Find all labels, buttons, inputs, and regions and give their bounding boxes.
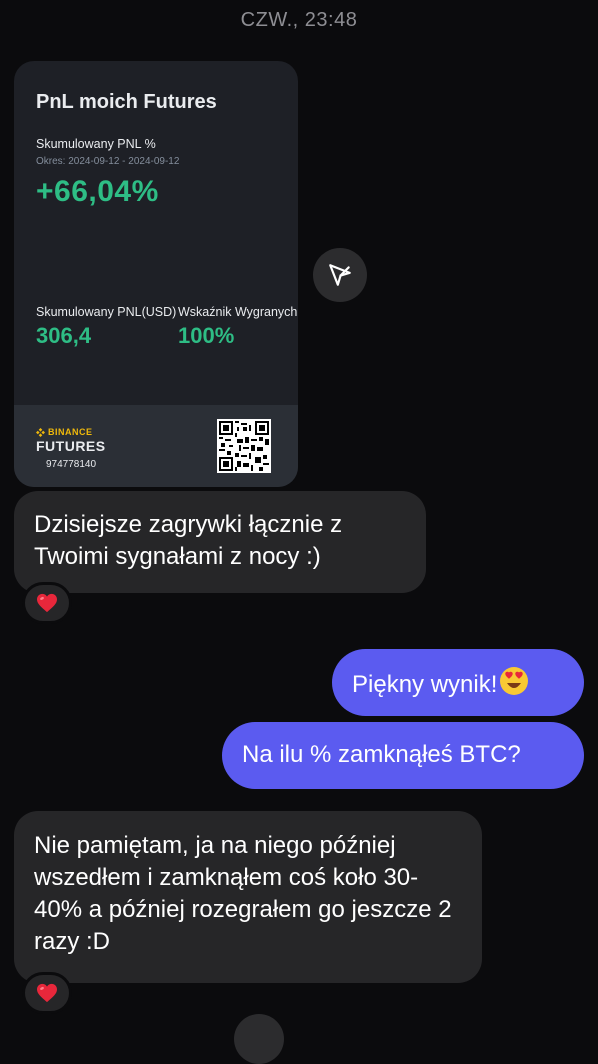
card-footer: BINANCE FUTURES 974778140 — [14, 405, 298, 487]
win-rate-value: 100% — [178, 323, 235, 348]
cumulative-pnl-usd-value: 306,4 — [36, 323, 92, 348]
brand-name: BINANCE — [48, 427, 93, 437]
pnl-share-card[interactable]: PnL moich Futures Skumulowany PNL % Okre… — [14, 61, 298, 487]
red-heart-icon — [37, 983, 57, 1003]
red-heart-icon — [37, 593, 57, 613]
message-bubble-outgoing[interactable]: Piękny wynik! — [332, 649, 584, 716]
message-text: Piękny wynik! — [352, 670, 498, 698]
partial-element-bottom — [234, 1014, 284, 1064]
send-arrow-icon — [329, 264, 351, 286]
account-id: 974778140 — [46, 459, 97, 470]
brand-product: FUTURES — [36, 438, 106, 454]
binance-futures-logo: BINANCE FUTURES 974778140 — [36, 427, 106, 470]
pnl-period: Okres: 2024-09-12 - 2024-09-12 — [36, 156, 180, 167]
pnl-card-title: PnL moich Futures — [36, 91, 217, 113]
cumulative-pnl-usd-label: Skumulowany PNL(USD) — [36, 305, 177, 319]
binance-diamond-icon — [36, 427, 45, 437]
message-bubble-incoming[interactable]: Dzisiejsze zagrywki łącznie z Twoimi syg… — [14, 491, 426, 593]
cumulative-pnl-pct-value: +66,04% — [36, 175, 159, 208]
heart-eyes-emoji-icon — [499, 666, 529, 705]
qr-code — [217, 419, 271, 473]
timestamp: CZW., 23:48 — [240, 9, 358, 31]
message-bubble-incoming[interactable]: Nie pamiętam, ja na niego później wszedł… — [14, 811, 482, 983]
reaction-badge[interactable] — [22, 582, 72, 624]
cumulative-pnl-pct-label: Skumulowany PNL % — [36, 137, 156, 151]
message-bubble-outgoing[interactable]: Na ilu % zamknąłeś BTC? — [222, 722, 584, 789]
reaction-badge[interactable] — [22, 972, 72, 1014]
win-rate-label: Wskaźnik Wygranych — [178, 305, 298, 319]
share-button[interactable] — [313, 248, 367, 302]
